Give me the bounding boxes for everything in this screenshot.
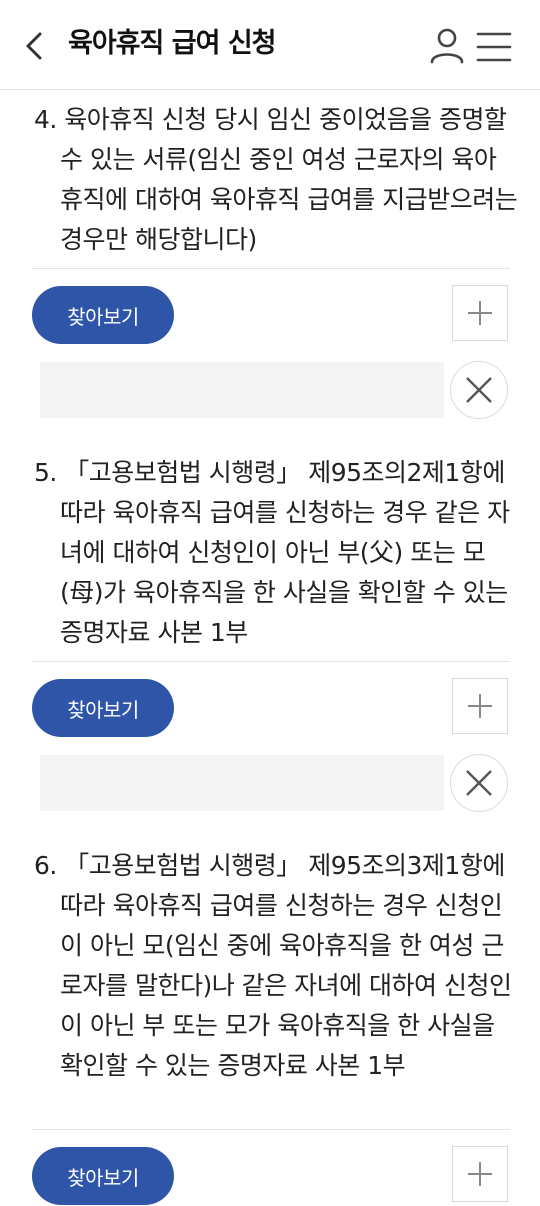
user-button[interactable]: [428, 26, 466, 66]
browse-button-item-6[interactable]: 찾아보기: [32, 1147, 174, 1205]
close-icon: [466, 770, 492, 796]
page-title: 육아휴직 급여 신청: [68, 28, 277, 59]
back-button[interactable]: [18, 26, 54, 66]
divider: [32, 268, 510, 269]
add-file-button-item-5[interactable]: [452, 678, 508, 734]
plus-icon: [468, 694, 492, 718]
attachment-item-4-text: 4. 육아휴직 신청 당시 임신 중이었음을 증명할 수 있는 서류(임신 중인…: [34, 105, 518, 254]
plus-icon: [468, 301, 492, 325]
file-field-item-4[interactable]: [40, 362, 444, 418]
user-icon: [430, 28, 464, 64]
browse-button-item-4[interactable]: 찾아보기: [32, 286, 174, 344]
remove-file-button-item-5[interactable]: [450, 754, 508, 812]
file-field-item-5[interactable]: [40, 755, 444, 811]
close-icon: [466, 377, 492, 403]
divider: [32, 1129, 510, 1130]
chevron-left-icon: [26, 32, 42, 60]
remove-file-button-item-4[interactable]: [450, 361, 508, 419]
plus-icon: [468, 1162, 492, 1186]
menu-button[interactable]: [474, 30, 514, 64]
attachment-item-5-text: 5. 「고용보험법 시행령」 제95조의2제1항에 따라 육아휴직 급여를 신청…: [34, 458, 510, 647]
attachment-item-6-text: 6. 「고용보험법 시행령」 제95조의3제1항에 따라 육아휴직 급여를 신청…: [34, 851, 512, 1080]
add-file-button-item-6[interactable]: [452, 1146, 508, 1202]
browse-button-item-5[interactable]: 찾아보기: [32, 679, 174, 737]
add-file-button-item-4[interactable]: [452, 285, 508, 341]
app-header: 육아휴직 급여 신청: [0, 0, 540, 90]
hamburger-menu-icon: [476, 32, 512, 62]
divider: [32, 661, 510, 662]
